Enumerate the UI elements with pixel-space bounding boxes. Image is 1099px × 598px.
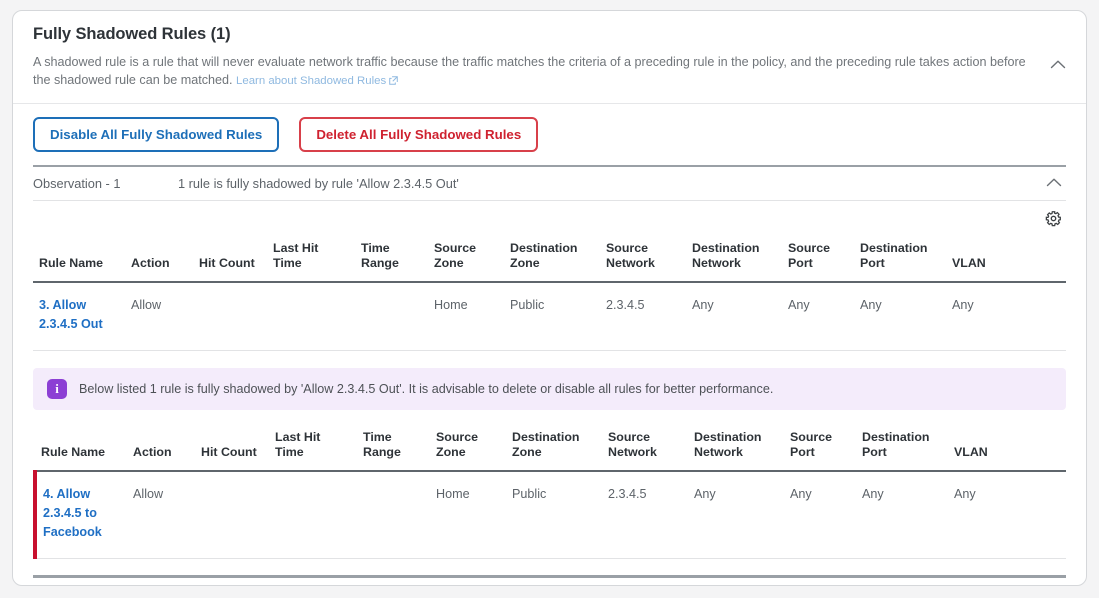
- column-header-destination-port: Destination Port: [854, 235, 946, 283]
- card-description: A shadowed rule is a rule that will neve…: [33, 53, 1041, 91]
- learn-about-shadowed-rules-link[interactable]: Learn about Shadowed Rules: [236, 75, 398, 87]
- column-header-rule-name: Rule Name: [35, 424, 127, 472]
- cell-destination-zone: Public: [506, 471, 602, 559]
- table-row: 3. Allow 2.3.4.5 Out Allow Home Public 2…: [33, 282, 1066, 351]
- bulk-actions-toolbar: Disable All Fully Shadowed Rules Delete …: [13, 104, 1086, 165]
- shadowed-rules-table: Rule Name Action Hit Count Last Hit Time…: [33, 424, 1066, 559]
- cell-rule-name: 4. Allow 2.3.4.5 to Facebook: [33, 471, 127, 559]
- page-background: Fully Shadowed Rules (1) A shadowed rule…: [0, 0, 1099, 598]
- cell-source-port: Any: [782, 282, 854, 351]
- rule-name-link[interactable]: 3. Allow 2.3.4.5 Out: [39, 298, 103, 331]
- cell-action: Allow: [125, 282, 193, 351]
- section-divider: [33, 575, 1066, 578]
- chevron-up-icon: [1046, 176, 1062, 191]
- column-header-destination-network: Destination Network: [688, 424, 784, 472]
- column-header-source-port: Source Port: [782, 235, 854, 283]
- column-header-rule-name: Rule Name: [33, 235, 125, 283]
- cell-destination-network: Any: [686, 282, 782, 351]
- table-header-row: Rule Name Action Hit Count Last Hit Time…: [33, 235, 1066, 283]
- cell-destination-port: Any: [856, 471, 948, 559]
- column-header-hit-count: Hit Count: [195, 424, 269, 472]
- column-header-last-hit-time: Last Hit Time: [267, 235, 355, 283]
- cell-action: Allow: [127, 471, 195, 559]
- column-header-source-port: Source Port: [784, 424, 856, 472]
- info-banner-text: Below listed 1 rule is fully shadowed by…: [79, 382, 774, 396]
- shadowing-rules-table: Rule Name Action Hit Count Last Hit Time…: [33, 235, 1066, 351]
- collapse-observation-button[interactable]: [1042, 173, 1066, 192]
- disable-all-fully-shadowed-rules-button[interactable]: Disable All Fully Shadowed Rules: [33, 117, 280, 152]
- cell-last-hit-time: [269, 471, 357, 559]
- page-title: Fully Shadowed Rules (1): [33, 25, 231, 43]
- table-toolbar: [33, 201, 1066, 235]
- column-header-source-zone: Source Zone: [430, 424, 506, 472]
- cell-source-network: 2.3.4.5: [600, 282, 686, 351]
- cell-source-port: Any: [784, 471, 856, 559]
- table-header-row: Rule Name Action Hit Count Last Hit Time…: [35, 424, 1066, 472]
- cell-source-zone: Home: [430, 471, 506, 559]
- table-row: 4. Allow 2.3.4.5 to Facebook Allow Home …: [33, 471, 1066, 559]
- cell-source-zone: Home: [428, 282, 504, 351]
- cell-time-range: [355, 282, 428, 351]
- chevron-up-icon: [1050, 58, 1066, 73]
- column-header-destination-port: Destination Port: [856, 424, 948, 472]
- column-header-time-range: Time Range: [355, 235, 428, 283]
- cell-hit-count: [195, 471, 269, 559]
- column-header-source-network: Source Network: [600, 235, 686, 283]
- column-header-vlan: VLAN: [946, 235, 1066, 283]
- column-header-time-range: Time Range: [357, 424, 430, 472]
- gear-icon[interactable]: [1043, 208, 1064, 229]
- column-header-action: Action: [127, 424, 195, 472]
- column-header-vlan: VLAN: [948, 424, 1066, 472]
- cell-source-network: 2.3.4.5: [602, 471, 688, 559]
- column-header-source-zone: Source Zone: [428, 235, 504, 283]
- column-header-source-network: Source Network: [602, 424, 688, 472]
- card-header: Fully Shadowed Rules (1) A shadowed rule…: [13, 11, 1086, 104]
- learn-link-label: Learn about Shadowed Rules: [236, 75, 387, 87]
- cell-destination-port: Any: [854, 282, 946, 351]
- observation-label: Observation - 1: [33, 176, 121, 191]
- fully-shadowed-rules-card: Fully Shadowed Rules (1) A shadowed rule…: [12, 10, 1087, 586]
- info-icon: i: [47, 379, 67, 399]
- external-link-icon: [389, 73, 398, 91]
- info-banner: i Below listed 1 rule is fully shadowed …: [33, 368, 1066, 410]
- cell-hit-count: [193, 282, 267, 351]
- delete-all-fully-shadowed-rules-button[interactable]: Delete All Fully Shadowed Rules: [299, 117, 539, 152]
- rule-name-link[interactable]: 4. Allow 2.3.4.5 to Facebook: [43, 487, 102, 539]
- cell-destination-network: Any: [688, 471, 784, 559]
- tables-region: Rule Name Action Hit Count Last Hit Time…: [13, 201, 1086, 559]
- cell-vlan: Any: [946, 282, 1066, 351]
- cell-vlan: Any: [948, 471, 1066, 559]
- column-header-action: Action: [125, 235, 193, 283]
- column-header-last-hit-time: Last Hit Time: [269, 424, 357, 472]
- description-text: A shadowed rule is a rule that will neve…: [33, 55, 1026, 87]
- column-header-destination-zone: Destination Zone: [504, 235, 600, 283]
- collapse-card-button[interactable]: [1046, 55, 1070, 74]
- column-header-destination-network: Destination Network: [686, 235, 782, 283]
- cell-last-hit-time: [267, 282, 355, 351]
- observation-summary: 1 rule is fully shadowed by rule 'Allow …: [178, 176, 459, 191]
- column-header-hit-count: Hit Count: [193, 235, 267, 283]
- cell-rule-name: 3. Allow 2.3.4.5 Out: [33, 282, 125, 351]
- observation-row[interactable]: Observation - 1 1 rule is fully shadowed…: [33, 165, 1066, 201]
- cell-time-range: [357, 471, 430, 559]
- column-header-destination-zone: Destination Zone: [506, 424, 602, 472]
- cell-destination-zone: Public: [504, 282, 600, 351]
